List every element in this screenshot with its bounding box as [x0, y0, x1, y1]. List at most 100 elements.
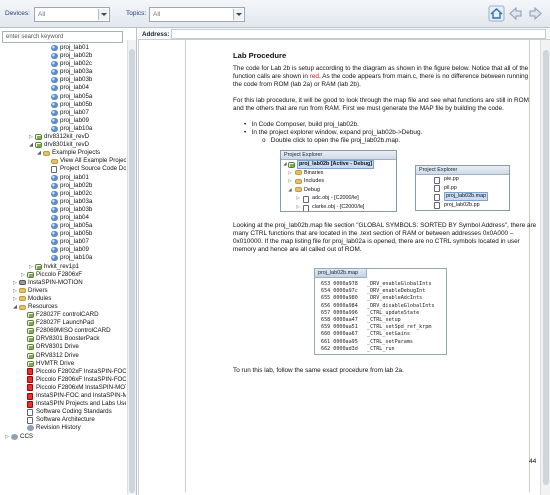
tree-item-label: proj_lab03b — [60, 205, 93, 213]
tree-item[interactable]: proj_lab04 — [0, 214, 126, 222]
file-icon — [51, 69, 58, 76]
tree-item[interactable]: proj_lab05b — [0, 101, 126, 109]
tree-item[interactable]: proj_lab05a — [0, 222, 126, 230]
expand-toggle-icon[interactable]: ▷ — [20, 271, 26, 279]
tree-item[interactable]: ▷ InstaSPIN-MOTION — [0, 279, 126, 287]
tree-item[interactable]: F28027F LaunchPad — [0, 319, 126, 327]
search-input[interactable]: enter search keyword — [2, 31, 123, 43]
tree-item[interactable]: Piccolo F2802xF InstaSPIN-FOC TRM — [0, 368, 126, 376]
expand-toggle-icon[interactable]: ▷ — [4, 433, 10, 441]
tree-item[interactable]: proj_lab09 — [0, 117, 126, 125]
tree-item[interactable]: DRV8301 BoosterPack — [0, 335, 126, 343]
left-scrollbar[interactable] — [127, 40, 136, 494]
proj-icon — [35, 263, 42, 270]
file-icon — [434, 176, 440, 184]
home-icon[interactable] — [488, 5, 505, 22]
tree-item[interactable]: ◢ Resources — [0, 303, 126, 311]
tree-item[interactable]: ◢ drv8301kit_revD — [0, 141, 126, 149]
expand-toggle-icon[interactable]: ▷ — [28, 263, 34, 271]
right-scrollbar-thumb[interactable] — [543, 50, 549, 485]
tree-item[interactable]: proj_lab03b — [0, 76, 126, 84]
tree-item[interactable]: DRV8301 Drive — [0, 343, 126, 351]
topics-select[interactable]: All — [149, 7, 245, 22]
devices-select[interactable]: All — [34, 7, 110, 22]
section-heading: Lab Procedure — [233, 51, 287, 60]
tree-item-label: Drivers — [28, 286, 48, 294]
back-arrow-icon[interactable] — [507, 5, 524, 22]
tree-item[interactable]: View All Example Projects — [0, 157, 126, 165]
tree-item[interactable]: proj_lab07 — [0, 109, 126, 117]
doc-icon — [303, 195, 309, 203]
tree-item[interactable]: proj_lab02b — [0, 52, 126, 60]
forward-arrow-icon[interactable] — [527, 5, 544, 22]
tree-item[interactable]: proj_lab10a — [0, 125, 126, 133]
tree-item[interactable]: ◢ Example Projects — [0, 149, 126, 157]
pdf-icon — [27, 400, 33, 408]
tree-item[interactable]: proj_lab03a — [0, 68, 126, 76]
tree-item-label: proj_lab02c — [60, 189, 92, 197]
file-icon — [51, 117, 58, 124]
tree-item[interactable]: proj_lab05a — [0, 93, 126, 101]
tree-item[interactable]: proj_lab04 — [0, 84, 126, 92]
file-icon — [51, 61, 58, 68]
paragraph-2: For this lab procedure, it will be good … — [233, 97, 529, 112]
tree-item[interactable]: proj_lab01 — [0, 44, 126, 52]
expand-toggle-icon[interactable]: ◢ — [28, 141, 34, 149]
paragraph-1: The code for Lab 2b is setup according t… — [233, 65, 537, 89]
tree-item[interactable]: proj_lab01 — [0, 174, 126, 182]
tree-item[interactable]: Software Coding Standards — [0, 408, 126, 416]
address-field[interactable] — [171, 29, 546, 39]
expand-toggle-icon[interactable]: ◢ — [12, 303, 18, 311]
tree-item-label: proj_lab02b — [60, 181, 93, 189]
tree-item[interactable]: proj_lab05b — [0, 230, 126, 238]
tree-item[interactable]: F28069MISO controlCARD — [0, 327, 126, 335]
map-line: 655 0000a980 _DRV_enableAdcInts — [321, 295, 423, 302]
pdf-icon — [27, 368, 33, 376]
expand-toggle-icon[interactable]: ▷ — [12, 287, 18, 295]
tree-item[interactable]: HVMTR Drive — [0, 360, 126, 368]
tree-item[interactable]: proj_lab02b — [0, 182, 126, 190]
tree-item[interactable]: proj_lab10a — [0, 254, 126, 262]
tree-item[interactable]: Piccolo F2806xM InstaSPIN-MOTION TRM — [0, 384, 126, 392]
tree-item[interactable]: proj_lab09 — [0, 246, 126, 254]
right-scrollbar[interactable] — [540, 40, 550, 495]
tree-item-label: proj_lab05b — [60, 100, 93, 108]
tree-item[interactable]: Piccolo F2806xF InstaSPIN-FOC TRM — [0, 376, 126, 384]
expand-toggle-icon[interactable]: ▷ — [12, 295, 18, 303]
expand-toggle-icon[interactable]: ▷ — [28, 133, 34, 141]
tree-item[interactable]: InstaSPIN Projects and Labs User's Guide — [0, 400, 126, 408]
file-icon — [51, 231, 58, 238]
expand-toggle-icon: ▷ — [288, 178, 292, 184]
tree-item-label: drv8312kit_revD — [44, 133, 90, 141]
tree-item[interactable]: Revision History — [0, 424, 126, 432]
tree-item[interactable]: ▷ Piccolo F2806xF — [0, 271, 126, 279]
expand-toggle-icon[interactable]: ▷ — [12, 279, 18, 287]
tree-item[interactable]: ▷ hvkit_rev1p1 — [0, 263, 126, 271]
tree-item-label: proj_lab05a — [60, 222, 93, 230]
tree-item-label: Piccolo F2802xF InstaSPIN-FOC TRM — [36, 367, 126, 375]
file-icon — [51, 93, 58, 100]
tree-item[interactable]: proj_lab03a — [0, 198, 126, 206]
chip-icon — [19, 280, 26, 286]
tree-item-label: F28027F LaunchPad — [36, 319, 94, 327]
file-icon — [434, 185, 440, 193]
tree-item[interactable]: ▷ drv8312kit_revD — [0, 133, 126, 141]
tree-item[interactable]: Project Source Code Documentation — [0, 165, 126, 173]
paragraph-4: To run this lab, follow the same exact p… — [233, 367, 404, 374]
tree-item[interactable]: InstaSPIN-FOC and InstaSPIN-MOTION User'… — [0, 392, 126, 400]
expand-toggle-icon[interactable]: ◢ — [36, 149, 42, 157]
tree-item[interactable]: proj_lab03b — [0, 206, 126, 214]
tree-item[interactable]: proj_lab07 — [0, 238, 126, 246]
tree-item[interactable]: F28027F controlCARD — [0, 311, 126, 319]
tree-item[interactable]: proj_lab02c — [0, 190, 126, 198]
map-tab: proj_lab02b.map — [315, 269, 367, 278]
left-scrollbar-thumb[interactable] — [129, 49, 135, 493]
tree-item[interactable]: proj_lab02c — [0, 60, 126, 68]
tree-item[interactable]: ▷ Modules — [0, 295, 126, 303]
tree-item[interactable]: ▷ CCS — [0, 433, 126, 441]
tree-item[interactable]: DRV8312 Drive — [0, 352, 126, 360]
tree-item[interactable]: ▷ Drivers — [0, 287, 126, 295]
tree-item[interactable]: Software Architecture — [0, 416, 126, 424]
tree-item-label: Software Coding Standards — [36, 408, 112, 416]
tree-item-label: DRV8301 BoosterPack — [36, 335, 100, 343]
